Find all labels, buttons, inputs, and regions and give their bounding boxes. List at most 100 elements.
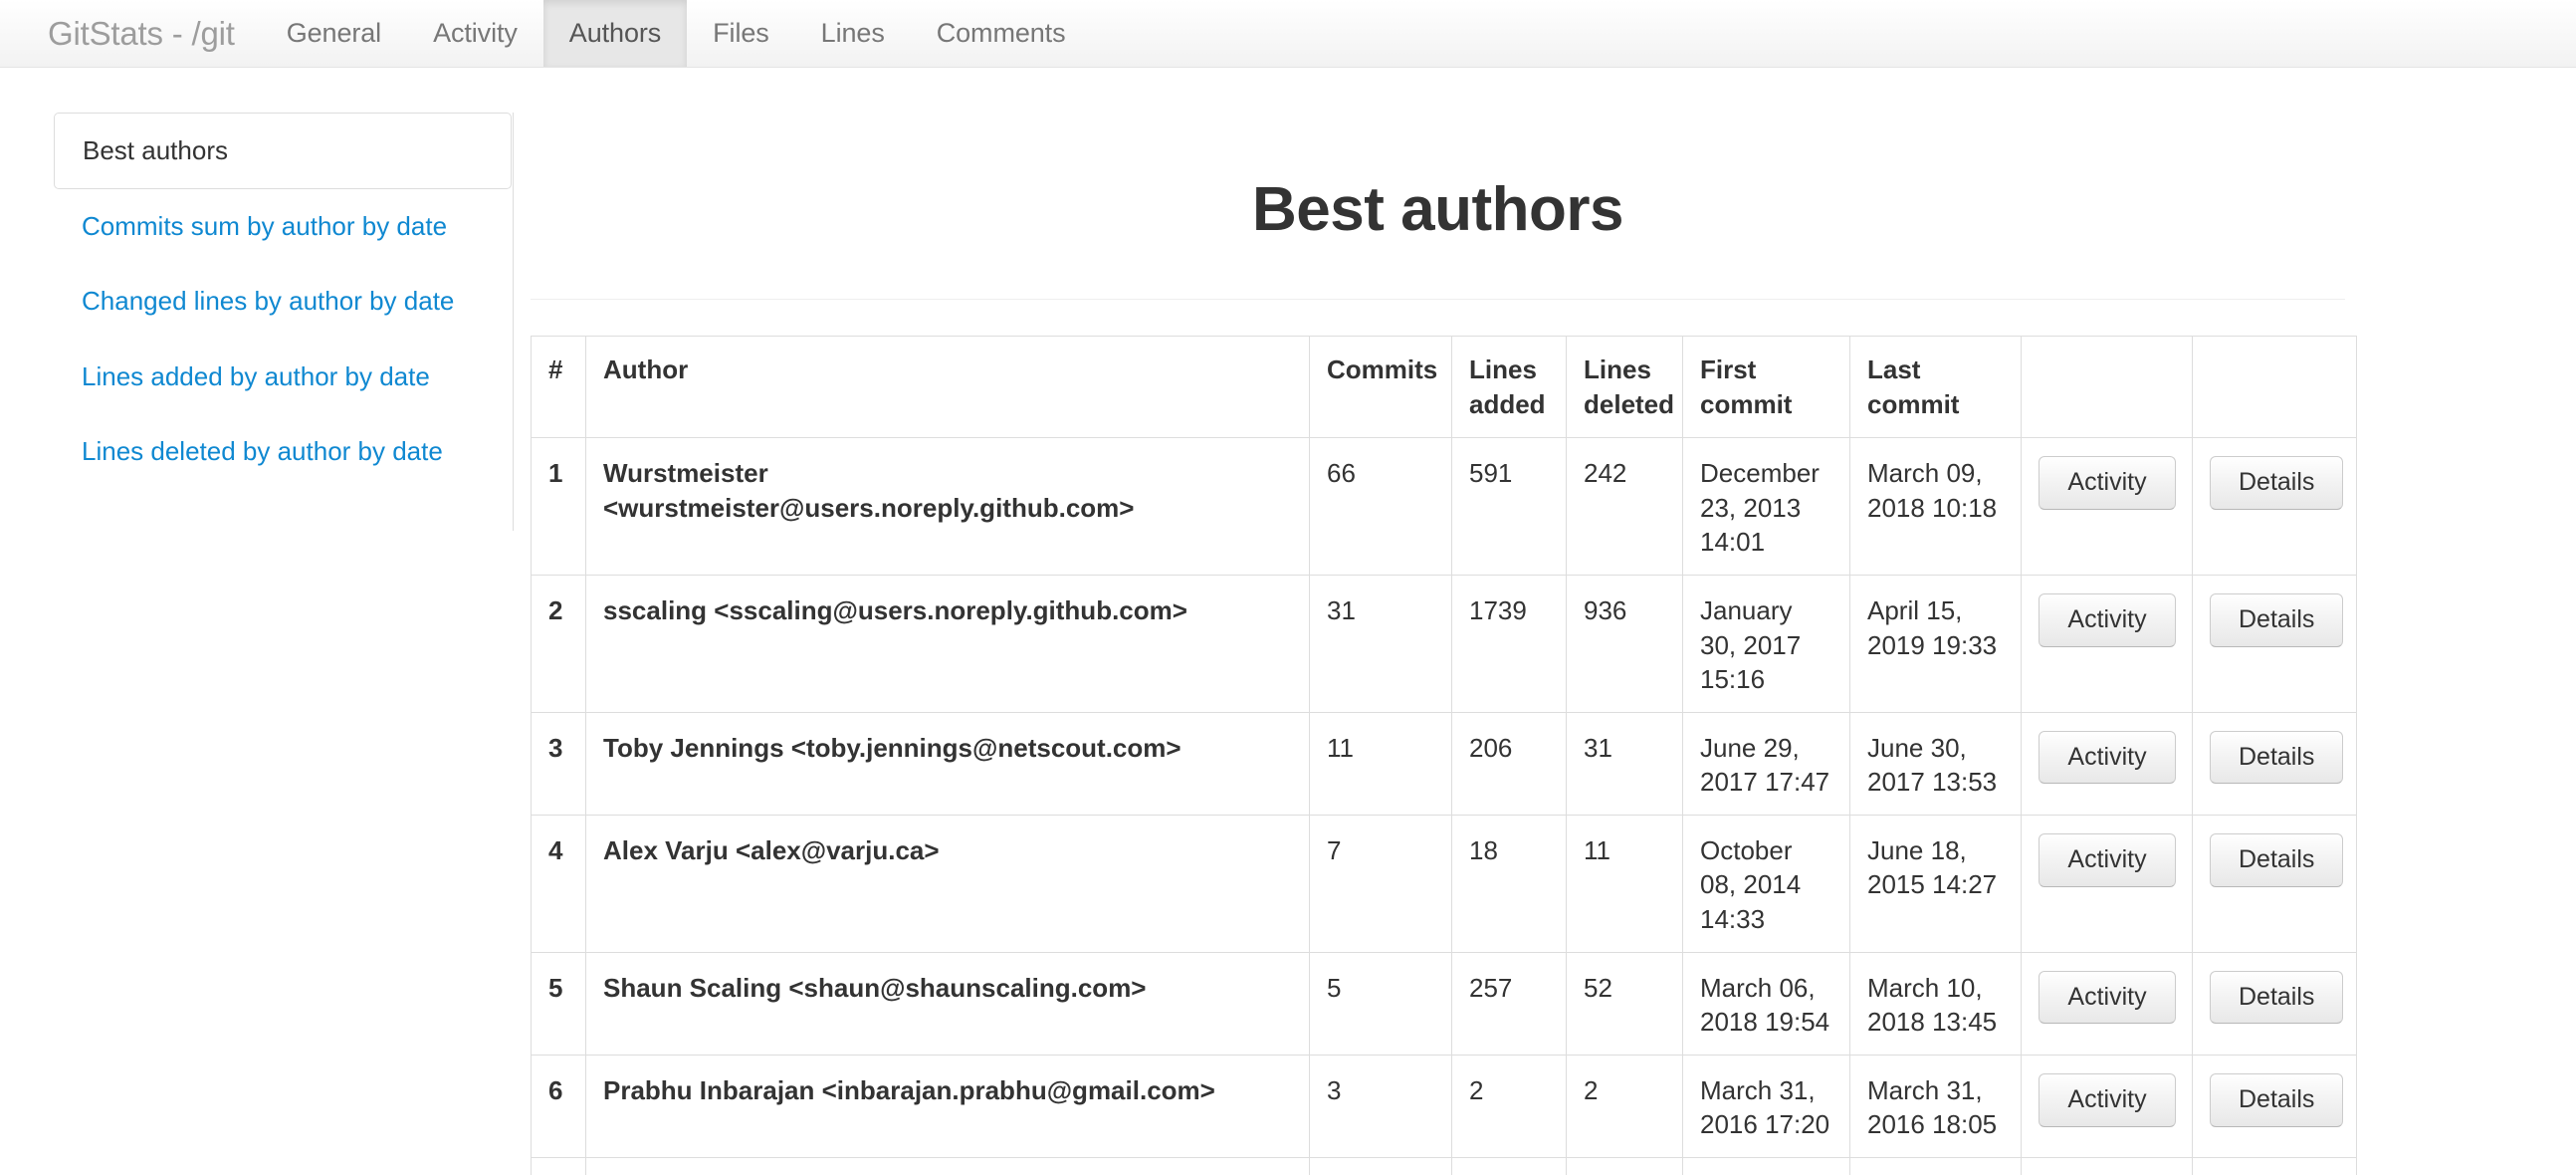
details-button[interactable]: Details: [2210, 730, 2344, 785]
cell-first-commit: June 29, 2017 17:47: [1682, 711, 1850, 816]
table-row: 5 Shaun Scaling <shaun@shaunscaling.com> 5…: [531, 951, 2357, 1056]
col-header-activity: [2021, 336, 2193, 439]
cell-lines-added: 18: [1451, 814, 1567, 953]
table-header-row: # Author Commits Lines added Lines delet…: [531, 336, 2357, 439]
authors-table-head: # Author Commits Lines added Lines delet…: [531, 336, 2357, 439]
sidebar-item-lines-added-by-author-by-date[interactable]: Lines added by author by date: [54, 340, 513, 414]
cell-details-action: Details: [2192, 1156, 2357, 1175]
cell-commits: 3: [1309, 1054, 1452, 1158]
sidebar-item-changed-lines-by-author-by-date[interactable]: Changed lines by author by date: [54, 264, 513, 339]
table-row: 4 Alex Varju <alex@varju.ca> 7 18 11 October …: [531, 814, 2357, 953]
page-body: Best authors Commits sum by author by da…: [0, 68, 2576, 1175]
cell-lines-deleted: 242: [1566, 437, 1683, 576]
nav-tab-comments[interactable]: Comments: [911, 0, 1092, 67]
sidebar-list-item: Changed lines by author by date: [54, 264, 513, 339]
cell-index: 6: [531, 1054, 586, 1158]
cell-index: 3: [531, 711, 586, 816]
nav-tab-lines[interactable]: Lines: [795, 0, 911, 67]
cell-first-commit: October 23, 2015 08:52: [1682, 1156, 1850, 1175]
cell-lines-added: 1739: [1451, 574, 1567, 713]
table-row: 3 Toby Jennings <toby.jennings@netscout.c…: [531, 711, 2357, 816]
page-title: Best authors: [1252, 175, 1623, 244]
col-header-details: [2192, 336, 2357, 439]
activity-button[interactable]: Activity: [2039, 456, 2176, 510]
cell-commits: 3: [1309, 1156, 1452, 1175]
sidebar-link-list: Commits sum by author by date Changed li…: [54, 189, 513, 489]
sidebar-item-commits-sum-by-author-by-date[interactable]: Commits sum by author by date: [54, 189, 513, 264]
col-header-commits: Commits: [1309, 336, 1452, 439]
col-header-first-commit: First commit: [1682, 336, 1850, 439]
cell-details-action: Details: [2192, 951, 2357, 1056]
nav-tab-general[interactable]: General: [261, 0, 407, 67]
cell-lines-deleted: 52: [1566, 951, 1683, 1056]
details-button[interactable]: Details: [2210, 592, 2344, 647]
col-header-lines-deleted: Lines deleted: [1566, 336, 1683, 439]
nav-tab-authors[interactable]: Authors: [542, 0, 688, 67]
cell-author: Shaun Scaling <shaun@shaunscaling.com>: [585, 951, 1310, 1056]
cell-lines-added: 25: [1451, 1156, 1567, 1175]
cell-activity-action: Activity: [2021, 574, 2193, 713]
cell-activity-action: Activity: [2021, 814, 2193, 953]
activity-button[interactable]: Activity: [2039, 1072, 2176, 1127]
cell-details-action: Details: [2192, 711, 2357, 816]
brand-link[interactable]: GitStats - /git: [0, 0, 261, 67]
cell-index: 2: [531, 574, 586, 713]
cell-lines-deleted: 31: [1566, 711, 1683, 816]
details-button[interactable]: Details: [2210, 456, 2344, 510]
main-content: Best authors # Author Commits Lines adde…: [515, 68, 2576, 1175]
activity-button[interactable]: Activity: [2039, 832, 2176, 887]
activity-button[interactable]: Activity: [2039, 730, 2176, 785]
cell-last-commit: June 30, 2017 13:53: [1849, 711, 2022, 816]
cell-first-commit: March 06, 2018 19:54: [1682, 951, 1850, 1056]
nav-items: General Activity Authors Files Lines Com…: [261, 0, 1092, 67]
top-navbar: GitStats - /git General Activity Authors…: [0, 0, 2576, 68]
authors-table-wrapper: # Author Commits Lines added Lines delet…: [531, 336, 2357, 1175]
details-button[interactable]: Details: [2210, 970, 2344, 1025]
nav-tab-files[interactable]: Files: [687, 0, 795, 67]
cell-author: sscaling <sscaling@users.noreply.github.…: [585, 574, 1310, 713]
col-header-index: #: [531, 336, 586, 439]
sidebar-inner: Best authors Commits sum by author by da…: [54, 113, 514, 531]
col-header-author: Author: [585, 336, 1310, 439]
col-header-last-commit: Last commit: [1849, 336, 2022, 439]
cell-activity-action: Activity: [2021, 951, 2193, 1056]
activity-button[interactable]: Activity: [2039, 970, 2176, 1025]
cell-first-commit: December 23, 2013 14:01: [1682, 437, 1850, 576]
nav-tab-activity[interactable]: Activity: [407, 0, 543, 67]
cell-lines-added: 2: [1451, 1054, 1567, 1158]
cell-index: 4: [531, 814, 586, 953]
cell-commits: 5: [1309, 951, 1452, 1056]
cell-author: Alex Varju <alex@varju.ca>: [585, 814, 1310, 953]
cell-details-action: Details: [2192, 814, 2357, 953]
cell-lines-deleted: 11: [1566, 814, 1683, 953]
details-button[interactable]: Details: [2210, 1072, 2344, 1127]
sidebar: Best authors Commits sum by author by da…: [0, 68, 515, 1175]
cell-activity-action: Activity: [2021, 711, 2193, 816]
table-row: 2 sscaling <sscaling@users.noreply.github…: [531, 574, 2357, 713]
cell-index: 5: [531, 951, 586, 1056]
sidebar-list-item: Commits sum by author by date: [54, 189, 513, 264]
cell-last-commit: January 27, 2016 09:19: [1849, 1156, 2022, 1175]
sidebar-item-best-authors[interactable]: Best authors: [54, 113, 512, 190]
cell-activity-action: Activity: [2021, 437, 2193, 576]
activity-button[interactable]: Activity: [2039, 592, 2176, 647]
cell-activity-action: Activity: [2021, 1054, 2193, 1158]
table-row: 6 Prabhu Inbarajan <inbarajan.prabhu@gmai…: [531, 1054, 2357, 1158]
cell-last-commit: April 15, 2019 19:33: [1849, 574, 2022, 713]
cell-commits: 31: [1309, 574, 1452, 713]
cell-lines-deleted: 7: [1566, 1156, 1683, 1175]
sidebar-item-lines-deleted-by-author-by-date[interactable]: Lines deleted by author by date: [54, 414, 513, 489]
cell-details-action: Details: [2192, 1054, 2357, 1158]
cell-last-commit: March 10, 2018 13:45: [1849, 951, 2022, 1056]
cell-lines-added: 257: [1451, 951, 1567, 1056]
cell-lines-deleted: 936: [1566, 574, 1683, 713]
cell-first-commit: October 08, 2014 14:33: [1682, 814, 1850, 953]
cell-details-action: Details: [2192, 437, 2357, 576]
cell-last-commit: June 18, 2015 14:27: [1849, 814, 2022, 953]
cell-lines-added: 206: [1451, 711, 1567, 816]
cell-author: Elias Dorneles <eliasdorneles@gmail.com>: [585, 1156, 1310, 1175]
cell-index: 1: [531, 437, 586, 576]
details-button[interactable]: Details: [2210, 832, 2344, 887]
cell-author: Prabhu Inbarajan <inbarajan.prabhu@gmail…: [585, 1054, 1310, 1158]
table-row: 7 Elias Dorneles <eliasdorneles@gmail.com…: [531, 1156, 2357, 1175]
